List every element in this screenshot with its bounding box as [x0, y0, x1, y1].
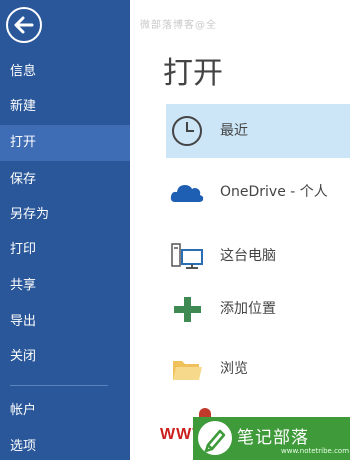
nav-item-info[interactable]: 信息 [0, 54, 130, 90]
nav-item-open[interactable]: 打开 [0, 125, 130, 161]
arrow-left-icon [14, 16, 34, 34]
nav-item-account[interactable]: 帐户 [0, 393, 130, 429]
backstage-nav: 信息 新建 打开 保存 另存为 打印 共享 导出 关闭 帐户 选项 [0, 0, 130, 460]
nav-item-save[interactable]: 保存 [0, 162, 130, 198]
pencil-icon [204, 429, 226, 453]
nav-divider [10, 385, 108, 386]
place-add-location[interactable]: 添加位置 [166, 282, 350, 336]
place-onedrive[interactable]: OneDrive - 个人 [166, 165, 350, 219]
nav-item-share[interactable]: 共享 [0, 268, 130, 304]
back-button[interactable] [6, 7, 42, 43]
nav-item-close[interactable]: 关闭 [0, 339, 130, 375]
nav-item-new[interactable]: 新建 [0, 89, 130, 125]
place-label: 浏览 [220, 361, 248, 377]
place-label: 这台电脑 [220, 248, 276, 264]
brand-url: www.notetribe.com [281, 447, 350, 455]
nav-item-export[interactable]: 导出 [0, 304, 130, 340]
brand-logo-box: 笔记部落 www.notetribe.com [193, 417, 350, 460]
place-browse[interactable]: 浏览 [166, 342, 350, 396]
page-title: 打开 [163, 56, 223, 91]
folder-icon [173, 361, 202, 380]
nav-item-options[interactable]: 选项 [0, 429, 130, 460]
nav-item-save-as[interactable]: 另存为 [0, 197, 130, 233]
watermark-text: 微部落博客@全 [140, 20, 217, 31]
cloud-icon [170, 185, 204, 202]
brand-logo [198, 421, 232, 455]
clock-icon [172, 116, 202, 146]
nav-item-print[interactable]: 打印 [0, 232, 130, 268]
plus-icon [174, 297, 201, 322]
place-label: OneDrive - 个人 [220, 184, 328, 200]
place-label: 添加位置 [220, 301, 276, 317]
brand-name: 笔记部落 [237, 428, 309, 448]
place-recent[interactable]: 最近 [166, 104, 350, 158]
brand-red-mark [199, 408, 211, 417]
computer-icon [171, 243, 203, 269]
place-this-pc[interactable]: 这台电脑 [166, 229, 350, 283]
place-label: 最近 [220, 123, 248, 139]
